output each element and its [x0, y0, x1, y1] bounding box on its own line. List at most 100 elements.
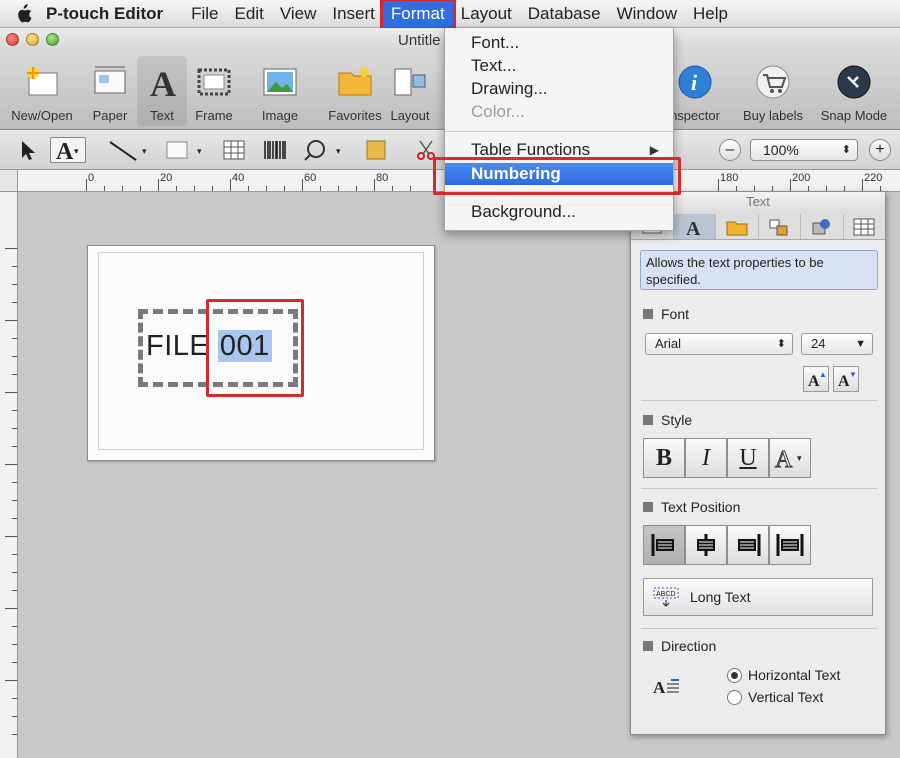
- arrow-tool-icon[interactable]: [14, 137, 42, 163]
- ruler-label: 60: [304, 172, 317, 184]
- menu-file[interactable]: File: [183, 0, 226, 28]
- rectangle-tool-icon[interactable]: ▾: [163, 137, 209, 163]
- tab-arrange[interactable]: [759, 214, 801, 239]
- updown-arrows-icon: ⬍: [776, 338, 786, 350]
- buy-labels-button[interactable]: Buy labels: [733, 56, 813, 123]
- favorites-icon: [335, 62, 375, 102]
- close-window-button[interactable]: [6, 33, 19, 46]
- menu-database[interactable]: Database: [520, 0, 609, 28]
- menu-help[interactable]: Help: [685, 0, 736, 28]
- line-tool-icon[interactable]: ▾: [106, 137, 152, 163]
- text-position-section-header: Text Position: [643, 499, 740, 515]
- svg-text:▾: ▾: [197, 146, 202, 156]
- updown-arrows-icon: ⬍: [841, 144, 851, 156]
- table-tab-icon: [853, 218, 875, 235]
- text-tab-icon: A: [686, 218, 701, 237]
- menu-edit[interactable]: Edit: [227, 0, 272, 28]
- zoom-in-button[interactable]: +: [869, 139, 891, 161]
- text-tool-icon[interactable]: A ▾: [50, 137, 86, 163]
- font-size-increase-button[interactable]: A ▲: [803, 366, 829, 392]
- menu-item-background[interactable]: Background...: [445, 201, 673, 223]
- menu-insert[interactable]: Insert: [324, 0, 383, 28]
- align-right-button[interactable]: [727, 525, 769, 565]
- svg-text:▾: ▾: [336, 146, 341, 156]
- dropdown-arrow-icon: ▼: [855, 338, 866, 350]
- menu-layout[interactable]: Layout: [453, 0, 520, 28]
- section-divider: [641, 400, 877, 401]
- inspector-description: Allows the text properties to be specifi…: [640, 250, 878, 290]
- menu-view[interactable]: View: [272, 0, 325, 28]
- apple-menu-icon[interactable]: [0, 3, 46, 24]
- menu-item-drawing[interactable]: Drawing...: [445, 78, 673, 100]
- menu-window[interactable]: Window: [609, 0, 685, 28]
- svg-text:▼: ▼: [849, 370, 856, 379]
- svg-text:ABCD: ABCD: [656, 591, 675, 598]
- app-name: P-touch Editor: [46, 3, 164, 23]
- menu-separator: [445, 131, 673, 132]
- svg-text:▾: ▾: [142, 146, 147, 156]
- font-size-combo[interactable]: 24 ▼: [801, 333, 873, 355]
- zoom-window-button[interactable]: [46, 33, 59, 46]
- window-title: Untitle: [398, 32, 441, 49]
- svg-text:A: A: [56, 139, 74, 162]
- align-left-button[interactable]: [643, 525, 685, 565]
- long-text-icon: ABCD: [653, 587, 679, 607]
- svg-text:A: A: [653, 678, 666, 696]
- horizontal-text-radio[interactable]: Horizontal Text: [727, 667, 840, 683]
- bold-button[interactable]: B: [643, 438, 685, 478]
- image-button[interactable]: Image: [240, 56, 320, 123]
- layout-icon: [390, 62, 430, 102]
- tab-favorites[interactable]: [716, 214, 759, 239]
- zoom-select[interactable]: 100% ⬍: [750, 139, 858, 161]
- align-center-button[interactable]: [685, 525, 727, 565]
- svg-text:▾: ▾: [74, 146, 79, 156]
- menu-item-text[interactable]: Text...: [445, 55, 673, 77]
- underline-button[interactable]: U: [727, 438, 769, 478]
- layout-button[interactable]: Layout: [380, 56, 440, 123]
- vertical-ruler: [0, 192, 18, 758]
- ruler-label: 0: [88, 172, 95, 184]
- ruler-corner: [0, 170, 18, 192]
- new-open-icon: [22, 62, 62, 102]
- clip-art-tool-icon[interactable]: ▾: [302, 137, 348, 163]
- font-family-select[interactable]: Arial ⬍: [645, 333, 793, 355]
- zoom-out-button[interactable]: –: [719, 139, 741, 161]
- barcode-tool-icon[interactable]: [260, 137, 290, 163]
- minimize-window-button[interactable]: [26, 33, 39, 46]
- direction-icon: A: [651, 676, 685, 699]
- paper-icon: [90, 62, 130, 102]
- align-left-icon: [651, 534, 674, 556]
- folder-tab-icon: [726, 221, 748, 235]
- menu-format[interactable]: Format: [379, 0, 456, 30]
- tab-table[interactable]: [844, 214, 886, 239]
- table-tool-icon[interactable]: [220, 137, 248, 163]
- svg-text:i: i: [691, 70, 698, 95]
- menu-item-color: Color...: [471, 102, 525, 121]
- note-tool-icon[interactable]: [362, 137, 390, 163]
- justify-icon: [776, 534, 804, 556]
- snap-mode-button[interactable]: Snap Mode: [814, 56, 894, 123]
- frame-icon: [194, 62, 234, 102]
- ruler-label: 200: [792, 172, 811, 184]
- tab-drawing[interactable]: [801, 214, 844, 239]
- font-size-decrease-button[interactable]: A ▼: [833, 366, 859, 392]
- tab-text[interactable]: A: [673, 214, 716, 239]
- text-effects-button[interactable]: A ▾: [769, 438, 811, 478]
- long-text-button[interactable]: ABCD Long Text: [643, 578, 873, 616]
- menu-bar: P-touch Editor File Edit View Insert For…: [0, 0, 900, 30]
- align-right-icon: [738, 534, 761, 556]
- ruler-label: 80: [376, 172, 389, 184]
- arrange-tab-icon: [769, 219, 788, 235]
- radio-unselected-icon: [727, 689, 742, 705]
- ruler-label: 20: [160, 172, 173, 184]
- justify-button[interactable]: [769, 525, 811, 565]
- text-effects-icon: A ▾: [775, 447, 803, 474]
- numbering-highlight-box: [206, 299, 304, 397]
- italic-button[interactable]: I: [685, 438, 727, 478]
- menu-item-font[interactable]: Font...: [445, 32, 673, 54]
- svg-text:▾: ▾: [797, 453, 802, 463]
- ruler-label: 180: [720, 172, 739, 184]
- font-section-header: Font: [643, 306, 689, 322]
- svg-text:A: A: [150, 64, 176, 100]
- vertical-text-radio[interactable]: Vertical Text: [727, 689, 823, 705]
